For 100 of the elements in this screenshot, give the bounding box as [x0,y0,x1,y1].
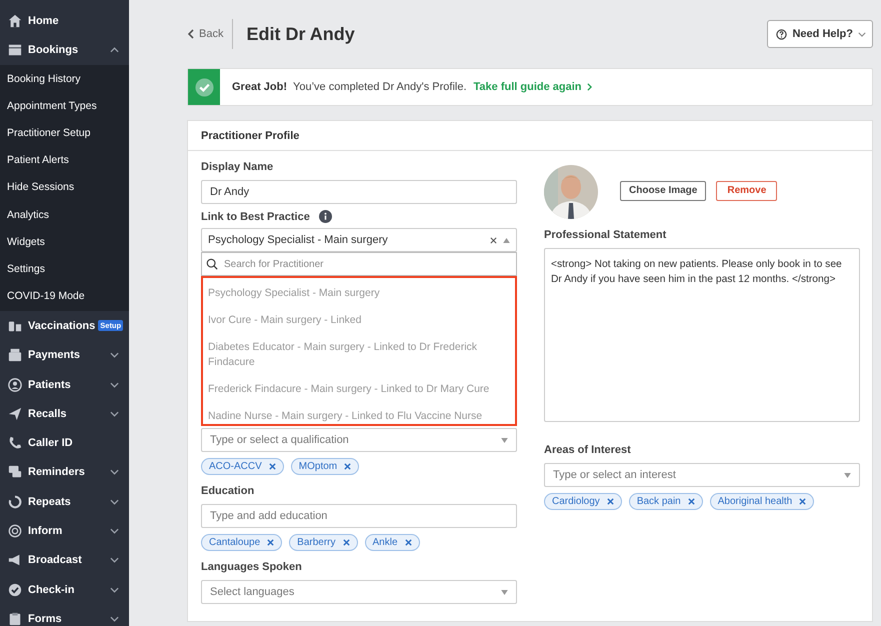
nav-label: Forms [28,612,62,625]
education-field[interactable]: Type and add education [201,504,517,528]
target-icon [8,524,22,538]
nav-label: Bookings [28,44,78,56]
submenu-item[interactable]: Widgets [0,228,129,256]
nav-label: Caller ID [28,437,73,450]
submenu-item[interactable]: Hide Sessions [0,174,129,202]
submenu-item[interactable]: Booking History [0,66,129,93]
choose-image-button[interactable]: Choose Image [620,180,706,200]
nav-label: Home [28,14,59,27]
person-icon [8,378,22,392]
megaphone-icon [8,553,22,568]
caret-down-icon [501,590,508,594]
chevron-down-icon [110,586,119,593]
alert-title: Great Job! [232,81,288,93]
chevron-right-icon [586,83,592,91]
plane-icon [8,406,22,421]
remove-icon[interactable] [267,539,274,546]
nav-item[interactable]: Patients [0,370,129,400]
clear-icon[interactable] [490,236,497,244]
nav-item[interactable]: Broadcast [0,546,129,575]
nav-item[interactable]: Recalls [0,399,129,428]
nav-label: Broadcast [28,554,82,566]
nav-label: Inform [28,525,62,537]
field-label: Professional Statement [544,229,668,241]
nav-label: Payments [28,349,80,362]
field-label: Education [201,485,256,497]
chevron-down-icon [110,528,119,534]
practitioner-search-field[interactable]: Search for Practitioner [201,252,517,276]
submenu-item[interactable]: COVID-19 Mode [0,283,129,310]
field-label: Link to Best Practice [201,210,310,222]
nav-item[interactable]: Repeats [0,487,129,516]
nav-item[interactable]: Caller ID [0,428,129,458]
qualification-tag[interactable]: ACO-ACCV [201,458,284,475]
submenu-item[interactable]: Appointment Types [0,92,129,120]
interest-tag[interactable]: Cardiology [544,493,622,510]
remove-icon[interactable] [799,498,806,505]
nav-item[interactable]: Reminders [0,458,129,488]
chevron-down-icon [858,32,866,36]
caret-down-icon [501,438,508,442]
nav-item[interactable]: Payments [0,340,129,370]
nav-item[interactable]: Inform [0,516,129,546]
field-label: Display Name [201,161,274,173]
search-icon [206,258,218,270]
interest-tag[interactable]: Aboriginal health [710,493,814,510]
nav-item[interactable]: Forms [0,604,129,626]
remove-icon[interactable] [342,539,350,546]
practitioner-select[interactable]: Psychology Specialist - Main surgery [201,228,517,252]
submenu-item[interactable]: Settings [0,256,129,284]
chevron-down-icon [110,469,119,476]
remove-icon[interactable] [606,498,614,505]
chevron-down-icon [110,616,119,622]
caret-up-icon [503,238,510,242]
education-tag[interactable]: Cantaloupe [201,534,282,551]
submenu-item[interactable]: Practitioner Setup [0,120,129,148]
qualification-select[interactable]: Type or select a qualification [201,428,517,452]
languages-select[interactable]: Select languages [201,580,517,604]
nav-label: Recalls [28,408,67,420]
chevron-down-icon [110,557,119,564]
nav-item[interactable]: Bookings [0,35,129,65]
check-icon [8,582,22,597]
info-icon [318,210,332,223]
chevron-down-icon [110,382,119,388]
interest-select[interactable]: Type or select an interest [544,463,860,487]
nav-label: Reminders [28,466,85,478]
education-tag[interactable]: Ankle [364,534,420,551]
home-icon [8,14,22,28]
clipboard-icon [8,612,22,626]
remove-button[interactable]: Remove [716,180,778,200]
field-label: Languages Spoken [201,561,303,573]
help-button[interactable]: Need Help? [767,20,873,48]
question-icon [776,28,788,40]
nav-label: Vaccinations [28,320,96,332]
remove-icon[interactable] [344,463,352,470]
refresh-icon [8,494,22,509]
chevron-left-icon [188,29,194,39]
nav-label: Check-in [28,584,74,596]
alert-message: You’ve completed Dr Andy's Profile. [293,81,467,93]
remove-icon[interactable] [268,463,276,470]
nav-item[interactable]: Home [0,6,129,36]
page-title: Edit Dr Andy [246,24,355,44]
field-label: Areas of Interest [544,444,632,456]
submenu-item[interactable]: Analytics [0,202,129,229]
interest-tag[interactable]: Back pain [628,493,703,510]
chevron-down-icon [110,352,119,358]
remove-icon[interactable] [688,498,695,505]
submenu-item[interactable]: Patient Alerts [0,147,129,174]
nav-label: Repeats [28,496,71,508]
chevron-down-icon [110,498,119,505]
back-link[interactable]: Back [187,24,224,44]
phone-icon [8,436,22,450]
nav-item[interactable]: Check-in [0,574,129,604]
statement-field[interactable]: <strong> Not taking on new patients. Please only book in to see Dr Andy if you have seen him in the past 12 months. </strong> [544,248,860,422]
nav-label: Patients [28,378,71,391]
education-tag[interactable]: Barberry [289,534,358,551]
remove-icon[interactable] [404,539,412,546]
display-name-field[interactable]: Dr Andy [201,180,517,204]
qualification-tag[interactable]: MOptom [290,458,360,475]
check-circle-icon [194,78,214,96]
card-title: Practitioner Profile [201,130,300,142]
